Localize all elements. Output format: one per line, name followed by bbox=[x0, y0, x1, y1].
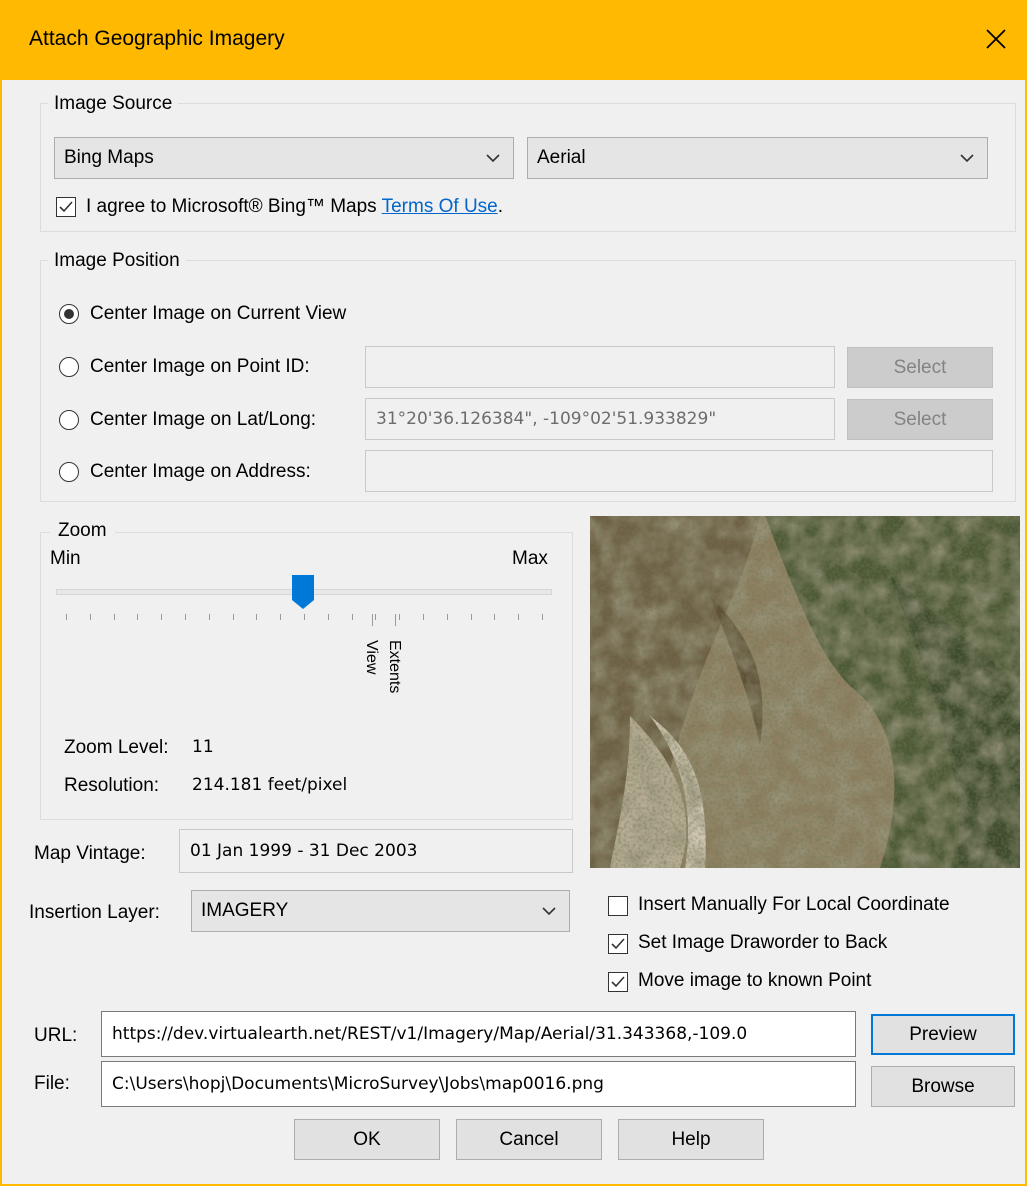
resolution-value: 214.181 feet/pixel bbox=[192, 775, 348, 795]
radio-point-id-label[interactable]: Center Image on Point ID: bbox=[90, 356, 310, 378]
agree-terms-suffix: . bbox=[497, 196, 504, 217]
provider-select-value: Bing Maps bbox=[64, 147, 154, 168]
dialog-window: Attach Geographic Imagery Image Source B… bbox=[0, 0, 1027, 1186]
radio-latlong[interactable] bbox=[59, 410, 79, 430]
zoom-level-value: 11 bbox=[192, 737, 214, 757]
provider-select[interactable]: Bing Maps bbox=[54, 137, 514, 179]
cancel-button[interactable]: Cancel bbox=[456, 1119, 602, 1160]
extents-marker-tick bbox=[395, 614, 396, 626]
view-marker-tick bbox=[372, 614, 373, 626]
zoom-max-label: Max bbox=[512, 548, 548, 569]
checkmark-icon bbox=[59, 201, 73, 213]
ok-button[interactable]: OK bbox=[294, 1119, 440, 1160]
draworder-back-checkbox[interactable] bbox=[608, 934, 628, 954]
move-to-point-label[interactable]: Move image to known Point bbox=[638, 970, 871, 992]
preview-button[interactable]: Preview bbox=[871, 1014, 1015, 1055]
terms-of-use-link[interactable]: Terms Of Use bbox=[382, 196, 498, 217]
select-point-button[interactable]: Select bbox=[847, 347, 993, 388]
insertion-layer-value: IMAGERY bbox=[201, 900, 289, 921]
zoom-tick-mark bbox=[208, 614, 210, 620]
point-id-field[interactable] bbox=[365, 346, 835, 388]
close-icon bbox=[986, 29, 1006, 49]
imagery-type-value: Aerial bbox=[537, 147, 586, 168]
checkmark-icon bbox=[611, 938, 625, 950]
radio-address[interactable] bbox=[59, 462, 79, 482]
chevron-down-icon bbox=[486, 154, 500, 163]
agree-terms-label: I agree to Microsoft® Bing™ Maps bbox=[86, 196, 377, 217]
radio-address-label[interactable]: Center Image on Address: bbox=[90, 461, 311, 483]
dialog-title: Attach Geographic Imagery bbox=[29, 27, 285, 50]
radio-point-id[interactable] bbox=[59, 357, 79, 377]
title-bar[interactable]: Attach Geographic Imagery bbox=[2, 0, 1027, 80]
zoom-tick-mark bbox=[256, 614, 258, 620]
insertion-layer-select[interactable]: IMAGERY bbox=[191, 890, 570, 932]
zoom-min-label: Min bbox=[50, 548, 81, 569]
select-latlong-button[interactable]: Select bbox=[847, 399, 993, 440]
browse-button[interactable]: Browse bbox=[871, 1066, 1015, 1107]
file-field[interactable]: C:\Users\hopj\Documents\MicroSurvey\Jobs… bbox=[101, 1061, 856, 1107]
zoom-tick-mark bbox=[470, 614, 472, 620]
zoom-tick-mark bbox=[518, 614, 520, 620]
agree-terms-text: I agree to Microsoft® Bing™ Maps Terms O… bbox=[86, 196, 508, 218]
insert-manually-checkbox[interactable] bbox=[608, 896, 628, 916]
zoom-tick-mark bbox=[399, 614, 401, 620]
zoom-tick-mark bbox=[185, 614, 186, 620]
agree-terms-checkbox[interactable] bbox=[56, 197, 76, 217]
zoom-tick-mark bbox=[446, 614, 448, 620]
zoom-tick-mark bbox=[113, 614, 115, 620]
radio-current-view-label[interactable]: Center Image on Current View bbox=[90, 303, 346, 325]
zoom-tick-mark bbox=[304, 614, 305, 620]
image-source-legend: Image Source bbox=[48, 93, 179, 115]
radio-current-view[interactable] bbox=[59, 304, 79, 324]
zoom-tick-mark bbox=[161, 614, 163, 620]
zoom-tick-mark bbox=[375, 614, 377, 620]
chevron-down-icon bbox=[542, 907, 556, 916]
insert-manually-label[interactable]: Insert Manually For Local Coordinate bbox=[638, 894, 950, 916]
chevron-down-icon bbox=[960, 154, 974, 163]
checkmark-icon bbox=[611, 976, 625, 988]
insertion-layer-label: Insertion Layer: bbox=[29, 902, 160, 923]
zoom-tick-mark bbox=[351, 614, 353, 620]
view-marker-label: View bbox=[363, 640, 380, 675]
zoom-tick-mark bbox=[494, 614, 496, 620]
zoom-tick-mark bbox=[137, 614, 139, 620]
url-label: URL: bbox=[34, 1025, 78, 1046]
zoom-slider-thumb[interactable] bbox=[291, 574, 315, 610]
map-vintage-label: Map Vintage: bbox=[34, 843, 146, 864]
zoom-slider[interactable] bbox=[56, 575, 552, 620]
zoom-tick-mark bbox=[232, 614, 234, 620]
extents-marker-label: Extents bbox=[386, 640, 403, 694]
radio-latlong-label[interactable]: Center Image on Lat/Long: bbox=[90, 409, 316, 431]
zoom-legend: Zoom bbox=[50, 520, 115, 542]
file-label: File: bbox=[34, 1073, 70, 1094]
zoom-tick-mark bbox=[542, 614, 543, 620]
resolution-label: Resolution: bbox=[64, 775, 160, 796]
imagery-type-select[interactable]: Aerial bbox=[527, 137, 988, 179]
latlong-field[interactable]: 31°20'36.126384", -109°02'51.933829" bbox=[365, 398, 835, 440]
zoom-tick-mark bbox=[66, 614, 67, 620]
image-position-legend: Image Position bbox=[48, 250, 186, 272]
draworder-back-label[interactable]: Set Image Draworder to Back bbox=[638, 932, 887, 954]
help-button[interactable]: Help bbox=[618, 1119, 764, 1160]
zoom-tick-mark bbox=[327, 614, 329, 620]
zoom-tick-mark bbox=[423, 614, 424, 620]
address-field[interactable] bbox=[365, 450, 993, 492]
map-vintage-field: 01 Jan 1999 - 31 Dec 2003 bbox=[179, 829, 573, 873]
zoom-tick-mark bbox=[280, 614, 282, 620]
zoom-level-label: Zoom Level: bbox=[64, 737, 169, 758]
map-preview-image bbox=[590, 516, 1020, 868]
move-to-point-checkbox[interactable] bbox=[608, 972, 628, 992]
close-button[interactable] bbox=[973, 16, 1019, 62]
zoom-tick-mark bbox=[89, 614, 91, 620]
url-field[interactable]: https://dev.virtualearth.net/REST/v1/Ima… bbox=[101, 1011, 856, 1057]
